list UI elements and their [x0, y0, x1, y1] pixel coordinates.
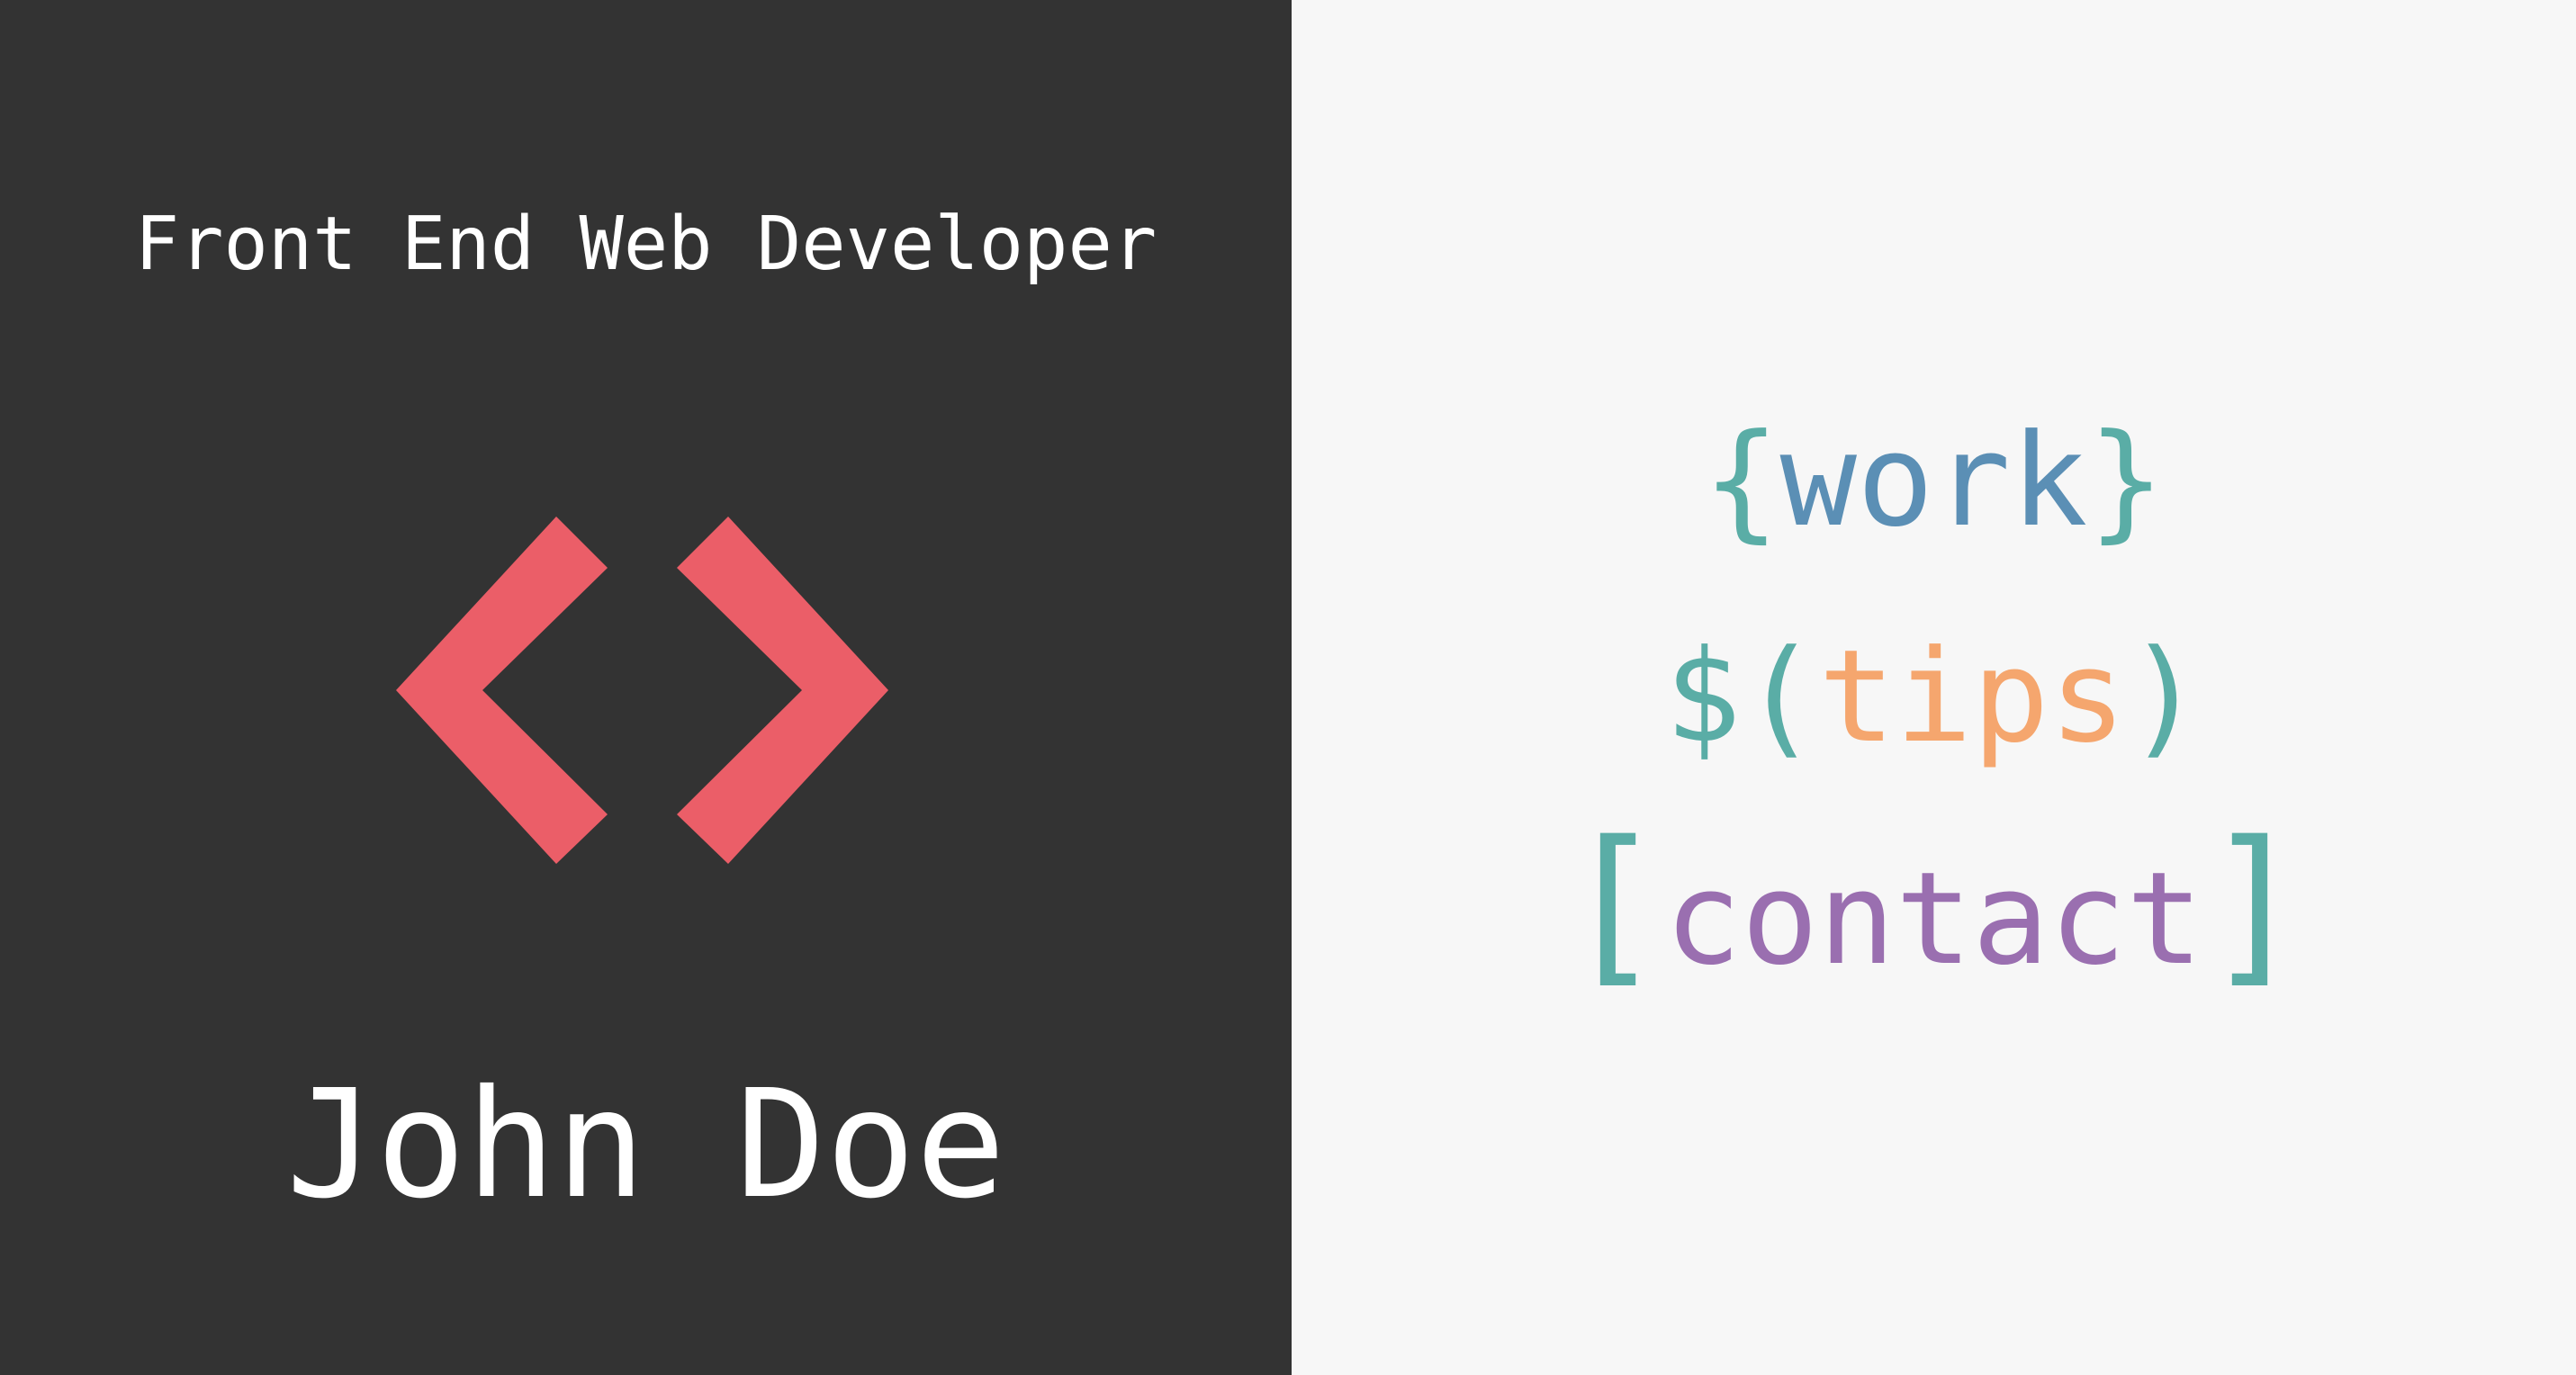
nav-link-tips[interactable]: $(tips) — [1292, 621, 2576, 774]
job-title: Front End Web Developer — [134, 202, 1157, 287]
contact-close-bracket: ] — [2202, 804, 2307, 1003]
contact-open-bracket: [ — [1561, 804, 1665, 1003]
left-angle-bracket-icon — [396, 517, 608, 864]
tips-close-paren: ) — [2126, 623, 2203, 771]
work-label: work — [1779, 407, 2088, 555]
owner-name: John Doe — [285, 1058, 1006, 1232]
tips-open-paren: ( — [1741, 623, 1819, 771]
intro-panel: Front End Web Developer John Doe — [0, 0, 1292, 1375]
tips-label: tips — [1818, 623, 2127, 771]
code-brackets-icon — [396, 517, 888, 864]
tips-dollar-sign: $ — [1664, 623, 1742, 771]
right-angle-bracket-icon — [677, 517, 888, 864]
work-close-brace: } — [2087, 407, 2165, 555]
contact-label: contact — [1664, 845, 2203, 993]
work-open-brace: { — [1703, 407, 1780, 555]
navigation-panel: {work} $(tips) [contact] — [1292, 0, 2576, 1375]
nav-link-contact[interactable]: [contact] — [1292, 819, 2576, 996]
nav-link-work[interactable]: {work} — [1292, 405, 2576, 558]
